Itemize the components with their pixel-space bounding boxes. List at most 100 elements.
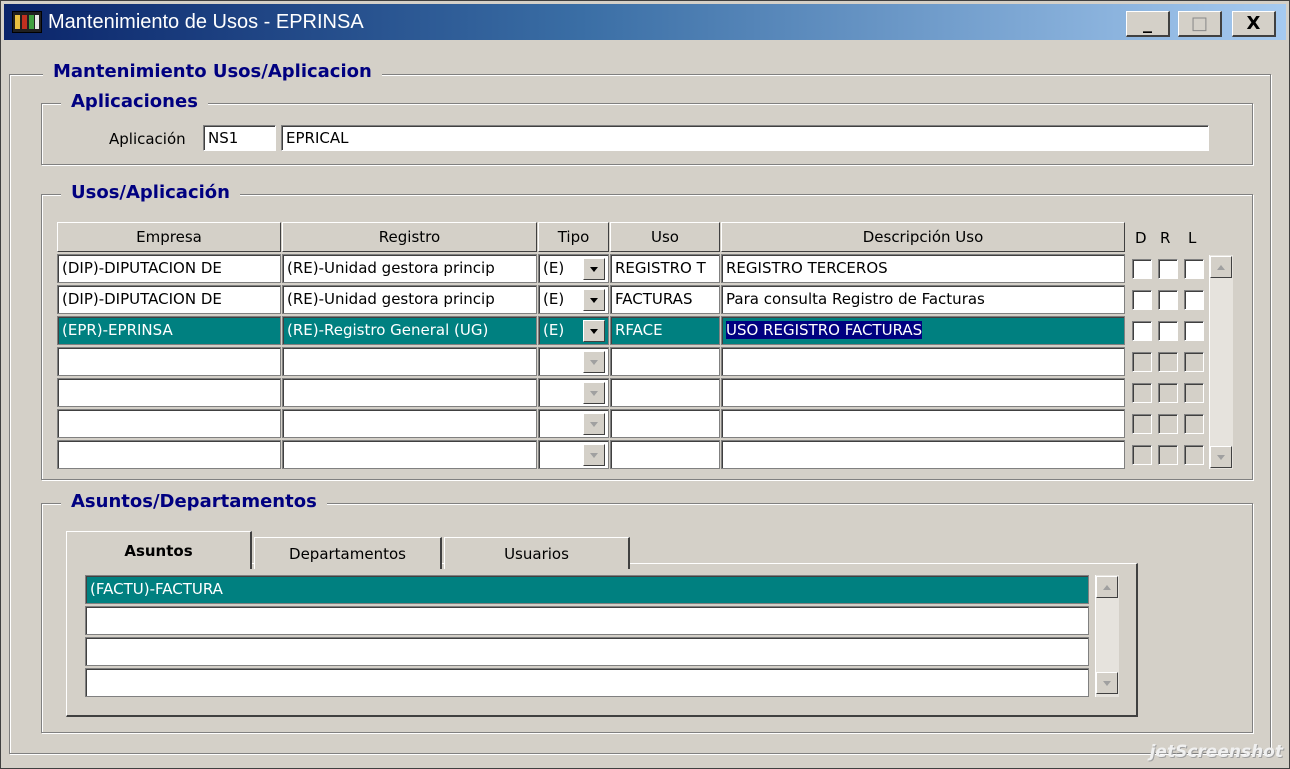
row-7-tipo-dropdown[interactable] xyxy=(583,444,605,466)
chevron-down-icon xyxy=(590,390,598,396)
watermark: jetScreenshot xyxy=(1149,742,1283,762)
row-2-tipo-dropdown[interactable] xyxy=(583,289,605,311)
chevron-down-icon xyxy=(590,452,598,458)
row-7-uso[interactable] xyxy=(610,440,720,469)
column-header-registro[interactable]: Registro xyxy=(282,222,537,252)
row-2-descripcion[interactable]: Para consulta Registro de Facturas xyxy=(721,285,1125,314)
row-3-tipo-value: (E) xyxy=(543,321,565,339)
tab-departamentos[interactable]: Departamentos xyxy=(254,537,442,569)
row-6-tipo-dropdown[interactable] xyxy=(583,413,605,435)
main-window: Mantenimiento de Usos - EPRINSA _ □ X Ma… xyxy=(0,0,1290,769)
row-7-r-checkbox[interactable] xyxy=(1158,445,1178,465)
list-item-empty-3[interactable] xyxy=(85,637,1089,666)
title-bar[interactable]: Mantenimiento de Usos - EPRINSA _ □ X xyxy=(4,4,1286,40)
row-6-uso[interactable] xyxy=(610,409,720,438)
row-7-empresa[interactable] xyxy=(57,440,281,469)
row-7-l-checkbox[interactable] xyxy=(1184,445,1204,465)
usos-scroll-down-button[interactable] xyxy=(1210,446,1232,468)
row-6-empresa[interactable] xyxy=(57,409,281,438)
row-6-d-checkbox[interactable] xyxy=(1132,414,1152,434)
row-1-l-checkbox[interactable] xyxy=(1184,259,1204,279)
row-3-tipo-dropdown[interactable] xyxy=(583,320,605,342)
row-6-registro[interactable] xyxy=(282,409,537,438)
minimize-button[interactable]: _ xyxy=(1126,11,1170,37)
row-3-uso[interactable]: RFACE xyxy=(610,316,720,345)
asuntos-title: Asuntos/Departamentos xyxy=(61,491,327,512)
row-3-l-checkbox[interactable] xyxy=(1184,321,1204,341)
row-2-uso[interactable]: FACTURAS xyxy=(610,285,720,314)
row-4-l-checkbox[interactable] xyxy=(1184,352,1204,372)
close-button[interactable]: X xyxy=(1232,11,1276,37)
row-6-l-checkbox[interactable] xyxy=(1184,414,1204,434)
column-header-tipo[interactable]: Tipo xyxy=(538,222,609,252)
row-1-d-checkbox[interactable] xyxy=(1132,259,1152,279)
column-header-d: D xyxy=(1135,229,1147,247)
row-6-descripcion[interactable] xyxy=(721,409,1125,438)
row-5-empresa[interactable] xyxy=(57,378,281,407)
row-3-registro[interactable]: (RE)-Registro General (UG) xyxy=(282,316,537,345)
asuntos-scroll-down-button[interactable] xyxy=(1096,672,1118,694)
row-3-descripcion-text: USO REGISTRO FACTURAS xyxy=(726,321,923,339)
list-item-empty-4[interactable] xyxy=(85,668,1089,697)
row-4-d-checkbox[interactable] xyxy=(1132,352,1152,372)
list-item[interactable]: (FACTU)-FACTURA xyxy=(85,575,1089,604)
chevron-down-icon xyxy=(590,421,598,427)
list-item-empty-2[interactable] xyxy=(85,606,1089,635)
row-5-uso[interactable] xyxy=(610,378,720,407)
column-header-empresa[interactable]: Empresa xyxy=(57,222,281,252)
row-2-tipo-value: (E) xyxy=(543,290,565,308)
row-4-uso[interactable] xyxy=(610,347,720,376)
row-3-d-checkbox[interactable] xyxy=(1132,321,1152,341)
row-1-uso[interactable]: REGISTRO T xyxy=(610,254,720,283)
row-2-empresa[interactable]: (DIP)-DIPUTACION DE xyxy=(57,285,281,314)
row-5-l-checkbox[interactable] xyxy=(1184,383,1204,403)
tab-asuntos[interactable]: Asuntos xyxy=(66,531,252,569)
chevron-down-icon xyxy=(590,328,598,334)
row-5-registro[interactable] xyxy=(282,378,537,407)
close-icon: X xyxy=(1246,13,1261,34)
aplicacion-name-input[interactable]: EPRICAL xyxy=(281,125,1209,151)
row-4-r-checkbox[interactable] xyxy=(1158,352,1178,372)
row-6-r-checkbox[interactable] xyxy=(1158,414,1178,434)
row-2-l-checkbox[interactable] xyxy=(1184,290,1204,310)
row-5-descripcion[interactable] xyxy=(721,378,1125,407)
row-7-d-checkbox[interactable] xyxy=(1132,445,1152,465)
row-3-empresa[interactable]: (EPR)-EPRINSA xyxy=(57,316,281,345)
usos-scroll-up-button[interactable] xyxy=(1210,256,1232,278)
arrow-down-icon xyxy=(1217,454,1225,460)
row-2-d-checkbox[interactable] xyxy=(1132,290,1152,310)
row-1-registro[interactable]: (RE)-Unidad gestora princip xyxy=(282,254,537,283)
tab-usuarios[interactable]: Usuarios xyxy=(444,537,630,569)
asuntos-scroll-up-button[interactable] xyxy=(1096,576,1118,598)
app-logo-icon xyxy=(12,11,42,33)
arrow-up-icon xyxy=(1103,584,1111,590)
row-1-r-checkbox[interactable] xyxy=(1158,259,1178,279)
row-4-descripcion[interactable] xyxy=(721,347,1125,376)
row-1-empresa[interactable]: (DIP)-DIPUTACION DE xyxy=(57,254,281,283)
aplicacion-code-input[interactable]: NS1 xyxy=(203,125,276,151)
row-1-descripcion[interactable]: REGISTRO TERCEROS xyxy=(721,254,1125,283)
minimize-icon: _ xyxy=(1143,13,1152,34)
row-2-r-checkbox[interactable] xyxy=(1158,290,1178,310)
usos-scrollbar[interactable] xyxy=(1209,255,1233,469)
row-7-descripcion[interactable] xyxy=(721,440,1125,469)
row-1-tipo-dropdown[interactable] xyxy=(583,258,605,280)
row-3-r-checkbox[interactable] xyxy=(1158,321,1178,341)
column-header-descripcion[interactable]: Descripción Uso xyxy=(721,222,1125,252)
column-header-uso[interactable]: Uso xyxy=(610,222,720,252)
row-7-registro[interactable] xyxy=(282,440,537,469)
row-4-tipo-dropdown[interactable] xyxy=(583,351,605,373)
arrow-up-icon xyxy=(1217,264,1225,270)
row-5-tipo-dropdown[interactable] xyxy=(583,382,605,404)
row-4-registro[interactable] xyxy=(282,347,537,376)
maximize-button[interactable]: □ xyxy=(1178,11,1222,37)
usos-title: Usos/Aplicación xyxy=(61,182,240,203)
row-5-d-checkbox[interactable] xyxy=(1132,383,1152,403)
arrow-down-icon xyxy=(1103,680,1111,686)
row-4-empresa[interactable] xyxy=(57,347,281,376)
row-2-registro[interactable]: (RE)-Unidad gestora princip xyxy=(282,285,537,314)
maximize-icon: □ xyxy=(1190,13,1208,34)
row-5-r-checkbox[interactable] xyxy=(1158,383,1178,403)
row-3-descripcion[interactable]: USO REGISTRO FACTURAS xyxy=(721,316,1125,345)
chevron-down-icon xyxy=(590,359,598,365)
